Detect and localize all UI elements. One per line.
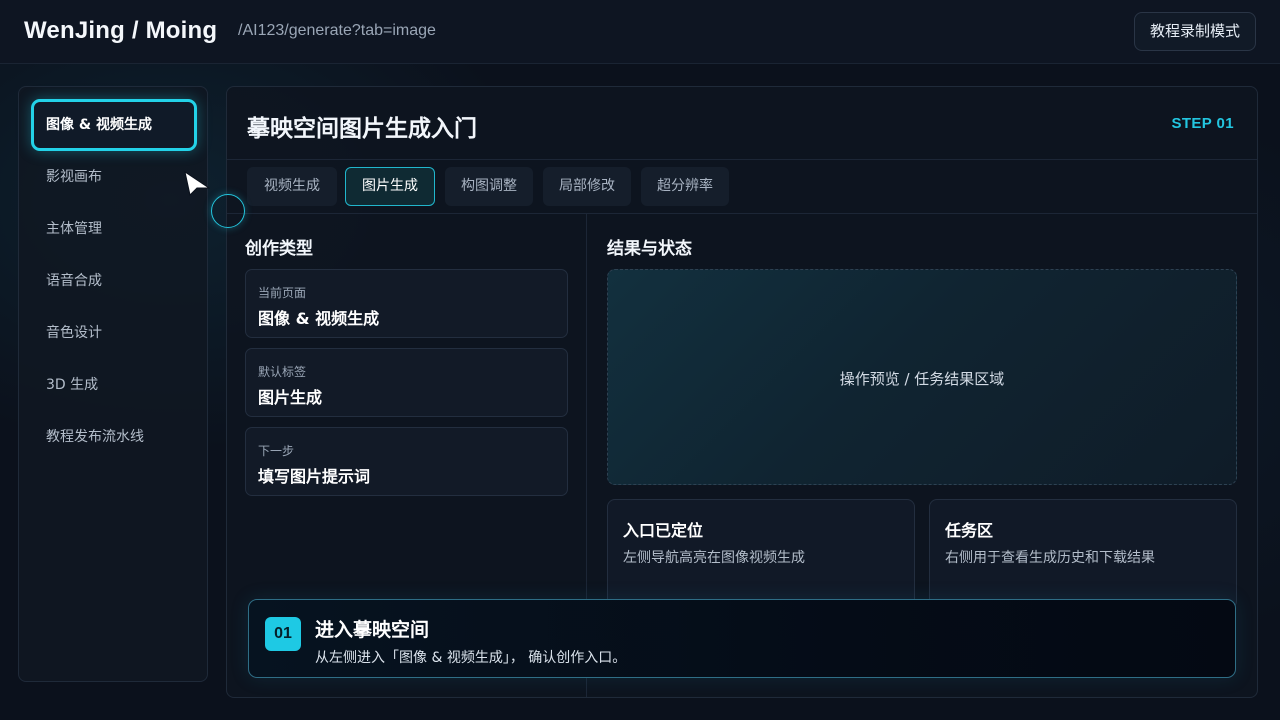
tab-image-generation[interactable]: 图片生成 [345,167,435,206]
info-card-key: 当前页面 [258,286,307,300]
creation-type-title: 创作类型 [245,239,313,259]
tutorial-mode-button[interactable]: 教程录制模式 [1134,12,1256,51]
tab-super-resolution[interactable]: 超分辨率 [641,167,729,206]
divider [227,213,1257,214]
status-card-task-area: 任务区 右侧用于查看生成历史和下载结果 [929,499,1237,609]
info-card-value: 填写图片提示词 [258,467,371,486]
info-card-current-page: 当前页面 图像 & 视频生成 [245,269,568,338]
route-path: /AI123/generate?tab=image [238,22,436,39]
tab-composition-adjust[interactable]: 构图调整 [445,167,533,206]
preview-placeholder-text: 操作预览 / 任务结果区域 [839,370,1005,388]
step-number-badge: 01 [265,617,301,651]
status-card-desc: 左侧导航高亮在图像视频生成 [623,550,805,566]
top-bar: WenJing / Moing /AI123/generate?tab=imag… [0,0,1280,64]
sidebar: 图像 & 视频生成 影视画布 主体管理 语音合成 音色设计 3D 生成 教程发布… [18,86,208,682]
info-card-value: 图片生成 [258,388,323,407]
result-status-title: 结果与状态 [607,239,692,259]
sidebar-item-image-video[interactable]: 图像 & 视频生成 [31,99,197,151]
status-card-title: 任务区 [945,521,994,540]
status-card-desc: 右侧用于查看生成历史和下载结果 [945,550,1155,566]
toast-description: 从左侧进入「图像 & 视频生成」， 确认创作入口。 [315,650,627,666]
sidebar-item-film-canvas[interactable]: 影视画布 [31,151,197,203]
status-card-entry-located: 入口已定位 左侧导航高亮在图像视频生成 [607,499,915,609]
tab-local-edit[interactable]: 局部修改 [543,167,631,206]
sidebar-item-tutorial-pipeline[interactable]: 教程发布流水线 [31,411,197,463]
sidebar-item-voice-design[interactable]: 音色设计 [31,307,197,359]
info-card-next-step: 下一步 填写图片提示词 [245,427,568,496]
status-card-title: 入口已定位 [623,521,704,540]
info-card-key: 默认标签 [258,365,307,379]
page-title: 摹映空间图片生成入门 [247,116,477,142]
step-toast: 01 进入摹映空间 从左侧进入「图像 & 视频生成」， 确认创作入口。 [248,599,1236,678]
tab-video-generation[interactable]: 视频生成 [247,167,337,206]
toast-title: 进入摹映空间 [315,619,430,641]
info-card-key: 下一步 [258,444,295,458]
info-card-default-tab: 默认标签 图片生成 [245,348,568,417]
sidebar-item-speech-synthesis[interactable]: 语音合成 [31,255,197,307]
result-preview-area[interactable]: 操作预览 / 任务结果区域 [607,269,1237,485]
brand-logo[interactable]: WenJing / Moing [24,17,217,45]
step-label: STEP 01 [1171,115,1234,132]
pointer-arrow-icon [184,171,210,197]
divider [227,159,1257,160]
sidebar-item-subject-management[interactable]: 主体管理 [31,203,197,255]
click-indicator-icon [211,194,245,228]
info-card-value: 图像 & 视频生成 [258,309,380,328]
sidebar-item-3d-generation[interactable]: 3D 生成 [31,359,197,411]
